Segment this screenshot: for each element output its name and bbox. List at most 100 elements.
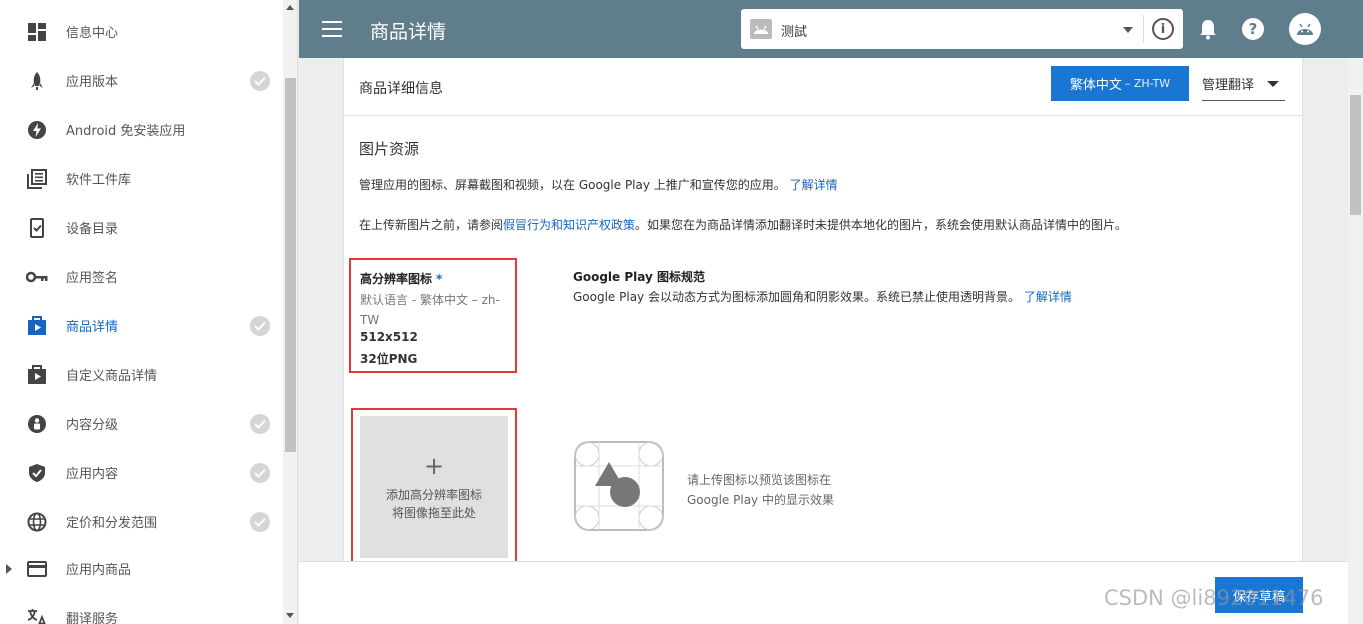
- icon-spec-title: Google Play 图标规范: [573, 270, 705, 284]
- sidebar-item-pricing-distribution[interactable]: 定价和分发范围: [0, 497, 282, 546]
- notification-bell-icon[interactable]: [1199, 18, 1217, 40]
- sidebar-item-content-rating[interactable]: 内容分级: [0, 399, 282, 448]
- app-selector-value: 测試: [781, 25, 808, 40]
- main-scrollbar[interactable]: [1348, 58, 1363, 624]
- menu-icon[interactable]: [322, 21, 342, 37]
- card-title: 商品详细信息: [359, 81, 443, 97]
- sidebar-item-label: 内容分级: [66, 418, 119, 433]
- upload-highlight-frame: + 添加高分辨率图标 将图像拖至此处: [351, 408, 517, 566]
- top-app-bar: 商品详情 测試 i ?: [299, 0, 1363, 58]
- hires-icon-requirements: 高分辨率图标 * 默认语言 - 繁体中文 – zh-TW 512x512 32位P…: [349, 258, 517, 373]
- sidebar-item-device-catalog[interactable]: 设备目录: [0, 203, 282, 252]
- graphics-description: 管理应用的图标、屏幕截图和视频，以在 Google Play 上推广和宣传您的应…: [359, 176, 838, 193]
- icon-preview-placeholder-icon: [574, 441, 664, 531]
- hires-icon-format: 32位PNG: [360, 352, 418, 366]
- sidebar-item-label: 自定义商品详情: [66, 369, 158, 384]
- sidebar-item-label: 设备目录: [66, 222, 119, 237]
- sidebar-item-label: 应用签名: [66, 271, 119, 286]
- sidebar-item-app-content[interactable]: 应用内容: [0, 448, 282, 497]
- sidebar-item-label: 应用内容: [66, 467, 119, 482]
- hires-icon-title: 高分辨率图标 *: [360, 270, 442, 287]
- language-label: 繁体中文: [1069, 78, 1122, 93]
- expand-caret-icon[interactable]: [6, 563, 12, 574]
- check-icon: [250, 413, 270, 434]
- sidebar-item-label: 应用内商品: [66, 563, 132, 578]
- sidebar-item-translation[interactable]: 翻译服务: [0, 593, 282, 624]
- scroll-up-arrow-icon[interactable]: [286, 5, 294, 10]
- help-icon[interactable]: ?: [1242, 18, 1264, 40]
- sidebar-item-label: Android 免安装应用: [66, 124, 186, 139]
- add-icon: +: [423, 452, 445, 480]
- watermark: CSDN @li892011476: [1104, 586, 1324, 610]
- hires-icon-dropzone[interactable]: + 添加高分辨率图标 将图像拖至此处: [360, 416, 508, 558]
- scroll-down-arrow-icon[interactable]: [286, 613, 294, 618]
- check-icon: [250, 462, 270, 483]
- library-icon: [26, 168, 48, 190]
- hires-icon-title-text: 高分辨率图标: [360, 272, 433, 286]
- app-selector[interactable]: 测試 i: [741, 9, 1183, 49]
- dashboard-icon: [26, 21, 48, 43]
- manage-translations-label: 管理翻译: [1202, 78, 1255, 93]
- learn-more-link[interactable]: 了解详情: [1024, 290, 1072, 304]
- shield-icon: [26, 462, 48, 484]
- policy-link[interactable]: 假冒行为和知识产权政策: [503, 218, 635, 232]
- manage-translations-dropdown[interactable]: 管理翻译: [1202, 66, 1285, 101]
- check-icon: [250, 511, 270, 532]
- dropzone-label: 添加高分辨率图标: [385, 488, 482, 502]
- policy-notice: 在上传新图片之前，请参阅假冒行为和知识产权政策。如果您在为商品详情添加翻译时未提…: [359, 216, 1127, 233]
- preview-hint-line-2: Google Play 中的显示效果: [687, 493, 834, 507]
- rating-icon: [26, 413, 48, 435]
- card-icon: [26, 558, 48, 580]
- policy-notice-text-2: 。如果您在为商品详情添加翻译时未提供本地化的图片，系统会使用默认商品详情中的图片…: [635, 218, 1128, 232]
- bolt-icon: [26, 119, 48, 141]
- dropzone-hint: 将图像拖至此处: [391, 506, 476, 520]
- chevron-down-icon: [1123, 27, 1133, 33]
- translate-icon: [26, 607, 48, 624]
- sidebar-item-in-app-products[interactable]: 应用内商品: [0, 544, 282, 593]
- android-app-icon: [750, 19, 772, 39]
- preview-hint-line-1: 请上传图标以预览该图标在: [687, 473, 832, 487]
- language-code: – ZH-TW: [1124, 77, 1171, 90]
- divider: [1143, 15, 1144, 43]
- learn-more-link[interactable]: 了解详情: [790, 178, 838, 192]
- info-icon[interactable]: i: [1152, 18, 1174, 40]
- check-icon: [250, 315, 270, 336]
- sidebar-scrollbar[interactable]: [283, 0, 297, 624]
- bottom-action-bar: 保存草稿 CSDN @li892011476: [299, 561, 1349, 624]
- sidebar-item-custom-listing[interactable]: 自定义商品详情: [0, 350, 282, 399]
- icon-spec-description: Google Play 会以动态方式为图标添加圆角和阴影效果。系统已禁止使用透明…: [573, 288, 1072, 305]
- page-title: 商品详情: [370, 21, 447, 43]
- app-root: 信息中心 应用版本 Android 免安装应用 软件工件库 设备目录 应用签名 …: [0, 0, 1363, 624]
- sidebar-item-label: 翻译服务: [66, 612, 119, 624]
- sidebar-item-label: 商品详情: [66, 320, 119, 335]
- card-header: 商品详细信息 繁体中文 – ZH-TW 管理翻译: [344, 58, 1302, 116]
- sidebar-item-store-listing[interactable]: 商品详情: [0, 301, 282, 350]
- globe-icon: [26, 511, 48, 533]
- required-mark: *: [436, 272, 443, 286]
- check-icon: [250, 70, 270, 91]
- graphics-description-text: 管理应用的图标、屏幕截图和视频，以在 Google Play 上推广和宣传您的应…: [359, 178, 786, 192]
- sidebar: 信息中心 应用版本 Android 免安装应用 软件工件库 设备目录 应用签名 …: [0, 0, 298, 624]
- sidebar-item-app-signing[interactable]: 应用签名: [0, 252, 282, 301]
- rocket-icon: [26, 70, 48, 92]
- sidebar-item-label: 信息中心: [66, 26, 119, 41]
- custom-listing-icon: [26, 364, 48, 386]
- key-icon: [26, 266, 48, 288]
- sidebar-item-artifact-library[interactable]: 软件工件库: [0, 154, 282, 203]
- policy-notice-text: 在上传新图片之前，请参阅: [359, 218, 504, 232]
- icon-spec-description-text: Google Play 会以动态方式为图标添加圆角和阴影效果。系统已禁止使用透明…: [573, 290, 1020, 304]
- sidebar-item-releases[interactable]: 应用版本: [0, 56, 282, 105]
- sidebar-item-instant-apps[interactable]: Android 免安装应用: [0, 105, 282, 154]
- sidebar-item-label: 定价和分发范围: [66, 516, 158, 531]
- store-listing-icon: [26, 315, 48, 337]
- language-button[interactable]: 繁体中文 – ZH-TW: [1051, 66, 1189, 101]
- hires-icon-size: 512x512: [360, 330, 418, 344]
- section-title: 图片资源: [359, 140, 420, 158]
- hires-icon-language: 默认语言 - 繁体中文 – zh-TW: [360, 293, 500, 327]
- device-catalog-icon: [26, 217, 48, 239]
- sidebar-scrollbar-thumb[interactable]: [285, 78, 296, 452]
- sidebar-item-label: 应用版本: [66, 75, 119, 90]
- main-scrollbar-thumb[interactable]: [1350, 95, 1361, 215]
- avatar[interactable]: [1289, 13, 1321, 45]
- sidebar-item-dashboard[interactable]: 信息中心: [0, 7, 282, 56]
